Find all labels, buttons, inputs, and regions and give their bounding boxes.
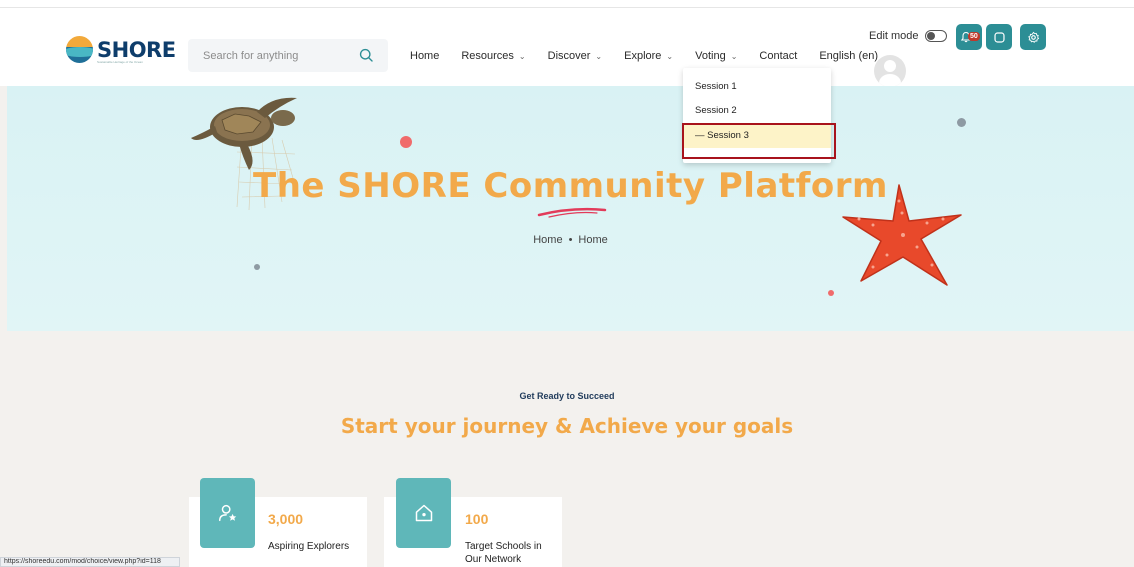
site-header: SHORE Sustainable Heritage of the Ocean …: [0, 8, 1134, 87]
stat-label: Target Schools in Our Network: [465, 541, 542, 565]
edit-mode-toggle[interactable]: [924, 30, 947, 42]
breadcrumb-home[interactable]: Home: [533, 234, 562, 246]
nav-contact-label: Contact: [759, 50, 798, 62]
stat-icon-box: [200, 478, 255, 548]
hero-banner: The SHORE Community Platform Home • Home: [7, 86, 1134, 331]
bubble-decoration: [957, 118, 966, 127]
search-icon[interactable]: [358, 47, 375, 64]
section-headline: Start your journey & Achieve your goals: [340, 414, 794, 438]
main-nav: Home Resources ⌄ Discover ⌄ Explore ⌄ Votin…: [410, 50, 912, 62]
nav-explore[interactable]: Explore ⌄: [624, 50, 673, 62]
chevron-down-icon: ⌄: [666, 51, 674, 61]
bubble-decoration: [400, 136, 412, 148]
nav-discover[interactable]: Discover ⌄: [548, 50, 603, 62]
highlight-box: [682, 123, 836, 159]
browser-status-url: https://shoreedu.com/mod/choice/view.php…: [0, 557, 180, 567]
home-icon: [415, 504, 432, 522]
starfish-image: [842, 184, 962, 286]
user-star-icon: [218, 504, 236, 522]
title-swoosh: [537, 207, 607, 218]
bubble-decoration: [828, 290, 834, 296]
top-border: [0, 0, 1134, 8]
chevron-down-icon: ⌄: [730, 51, 738, 61]
logo-text: SHORE: [97, 37, 176, 62]
nav-home[interactable]: Home: [410, 50, 439, 62]
edit-mode-control: Edit mode: [869, 30, 947, 42]
breadcrumb-separator: •: [568, 234, 573, 246]
nav-contact[interactable]: Contact: [759, 50, 797, 62]
chat-icon: [993, 31, 1005, 43]
user-avatar[interactable]: [874, 55, 906, 87]
logo-subtext: Sustainable Heritage of the Ocean: [97, 60, 143, 64]
nav-resources-label: Resources: [461, 50, 514, 62]
breadcrumb-current: Home: [578, 234, 608, 246]
nav-home-label: Home: [410, 50, 440, 62]
nav-voting-label: Voting: [695, 50, 726, 62]
nav-discover-label: Discover: [547, 50, 591, 62]
stat-icon-box: [396, 478, 451, 548]
language-label: English (en): [819, 50, 879, 62]
bubble-decoration: [254, 264, 260, 270]
settings-button[interactable]: [1020, 24, 1046, 50]
logo-mark-icon: [66, 36, 93, 63]
stat-value: 100: [465, 511, 489, 527]
dropdown-item-session-2[interactable]: Session 2: [695, 105, 737, 116]
nav-explore-label: Explore: [624, 50, 662, 62]
chevron-down-icon: ⌄: [518, 51, 526, 61]
dropdown-item-session-1[interactable]: Session 1: [695, 81, 737, 92]
notification-badge: 50: [968, 32, 980, 41]
search-box: [188, 39, 388, 72]
stat-label: Aspiring Explorers: [268, 541, 350, 552]
notifications-button[interactable]: 50: [956, 24, 982, 50]
search-input[interactable]: [188, 39, 353, 72]
nav-resources[interactable]: Resources ⌄: [461, 50, 525, 62]
nav-voting[interactable]: Voting ⌄: [695, 50, 737, 62]
messages-button[interactable]: [986, 24, 1012, 50]
site-logo[interactable]: SHORE Sustainable Heritage of the Ocean: [66, 36, 176, 64]
edit-mode-label: Edit mode: [869, 30, 919, 42]
gear-icon: [1027, 31, 1039, 43]
chevron-down-icon: ⌄: [595, 51, 603, 61]
section-kicker: Get Ready to Succeed: [519, 391, 615, 401]
stat-value: 3,000: [268, 511, 304, 527]
